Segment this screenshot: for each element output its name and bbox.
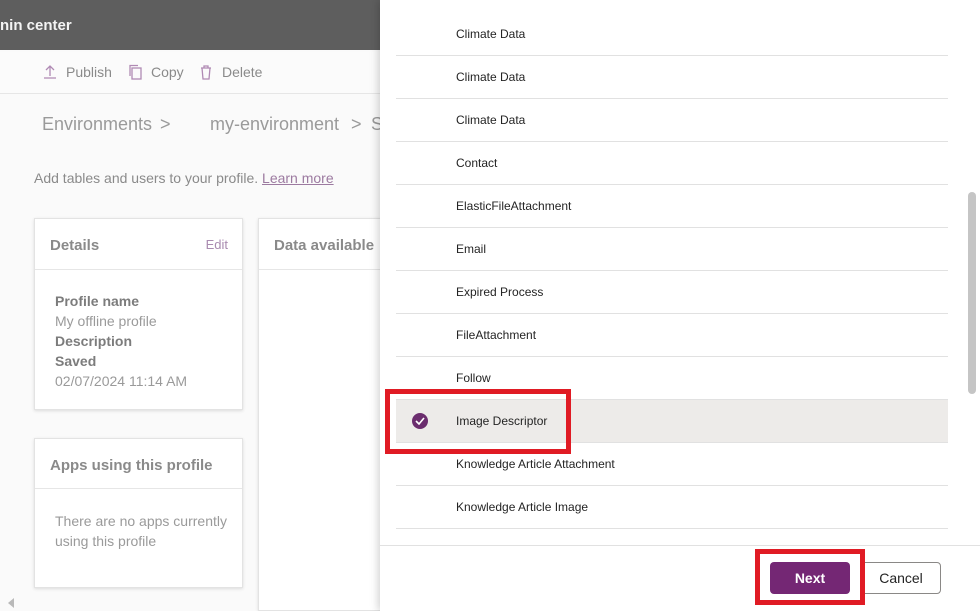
table-row-label: Image Descriptor bbox=[456, 414, 548, 428]
publish-label: Publish bbox=[66, 64, 112, 80]
app-title: nin center bbox=[0, 17, 72, 34]
next-button[interactable]: Next bbox=[770, 562, 850, 594]
no-apps-text: There are no apps currently using this p… bbox=[55, 513, 227, 549]
table-row-label: FileAttachment bbox=[456, 328, 537, 342]
edit-link[interactable]: Edit bbox=[206, 237, 228, 252]
scrollbar-thumb[interactable] bbox=[968, 192, 976, 394]
intro-text: Add tables and users to your profile. Le… bbox=[34, 170, 334, 186]
publish-button[interactable]: Publish bbox=[42, 64, 112, 80]
breadcrumb-separator: > bbox=[160, 114, 171, 134]
copy-icon bbox=[129, 64, 142, 80]
delete-label: Delete bbox=[222, 64, 263, 80]
list-scrollbar[interactable] bbox=[964, 0, 980, 545]
profile-name-label: Profile name bbox=[55, 293, 140, 309]
table-row-selected[interactable]: Image Descriptor bbox=[396, 400, 948, 443]
delete-button[interactable]: Delete bbox=[198, 64, 262, 80]
upload-icon bbox=[44, 65, 56, 79]
divider bbox=[259, 269, 397, 270]
description-label: Description bbox=[55, 333, 133, 349]
saved-value: 02/07/2024 11:14 AM bbox=[55, 373, 188, 389]
breadcrumb-environments[interactable]: Environments bbox=[42, 114, 152, 135]
apps-card: Apps using this profile There are no app… bbox=[34, 438, 243, 588]
intro-description: Add tables and users to your profile. bbox=[34, 170, 259, 186]
footer-divider bbox=[380, 545, 980, 546]
data-available-card: Data available bbox=[258, 218, 398, 611]
divider bbox=[35, 269, 242, 270]
data-available-title: Data available bbox=[274, 237, 375, 254]
table-row[interactable]: Knowledge Article Attachment bbox=[396, 443, 948, 486]
divider bbox=[35, 488, 242, 489]
table-row-label: ElasticFileAttachment bbox=[456, 199, 572, 213]
table-row[interactable]: Email bbox=[396, 228, 948, 271]
details-title: Details bbox=[50, 237, 100, 254]
table-row[interactable]: Climate Data bbox=[396, 99, 948, 142]
checkmark-circle-icon[interactable] bbox=[412, 413, 428, 429]
copy-button[interactable]: Copy bbox=[127, 64, 184, 80]
saved-label: Saved bbox=[55, 353, 97, 369]
table-row-label: Expired Process bbox=[456, 285, 544, 299]
copy-label: Copy bbox=[151, 64, 184, 80]
table-row[interactable]: Knowledge Article Image bbox=[396, 486, 948, 529]
table-row-label: Email bbox=[456, 242, 487, 256]
add-tables-panel: Climate Data Climate Data Climate Data C… bbox=[380, 0, 980, 611]
table-row[interactable]: FileAttachment bbox=[396, 314, 948, 357]
apps-title: Apps using this profile bbox=[50, 457, 213, 474]
details-card: Details Edit Profile name My offline pro… bbox=[34, 218, 243, 410]
learn-more-link[interactable]: Learn more bbox=[262, 170, 334, 186]
profile-name-value: My offline profile bbox=[55, 313, 157, 329]
table-row[interactable]: Contact bbox=[396, 142, 948, 185]
breadcrumb-separator: > bbox=[351, 114, 362, 134]
table-row-label: Knowledge Article Attachment bbox=[456, 457, 615, 471]
trash-icon bbox=[201, 65, 211, 80]
table-row[interactable]: Climate Data bbox=[396, 56, 948, 99]
breadcrumb-environment[interactable]: my-environment bbox=[210, 114, 339, 135]
table-row[interactable]: Expired Process bbox=[396, 271, 948, 314]
table-row-label: Knowledge Article Image bbox=[456, 500, 589, 514]
cancel-button[interactable]: Cancel bbox=[861, 562, 941, 594]
table-row-label: Climate Data bbox=[456, 70, 526, 84]
table-row[interactable]: Climate Data bbox=[396, 13, 948, 56]
table-row-label: Climate Data bbox=[456, 113, 526, 127]
table-row-label: Climate Data bbox=[456, 27, 526, 41]
table-row[interactable]: ElasticFileAttachment bbox=[396, 185, 948, 228]
scroll-left-arrow-icon[interactable] bbox=[8, 598, 14, 608]
table-row-label: Contact bbox=[456, 156, 498, 170]
table-row[interactable]: Follow bbox=[396, 357, 948, 400]
table-row-label: Follow bbox=[456, 371, 491, 385]
table-list: Climate Data Climate Data Climate Data C… bbox=[396, 0, 948, 545]
